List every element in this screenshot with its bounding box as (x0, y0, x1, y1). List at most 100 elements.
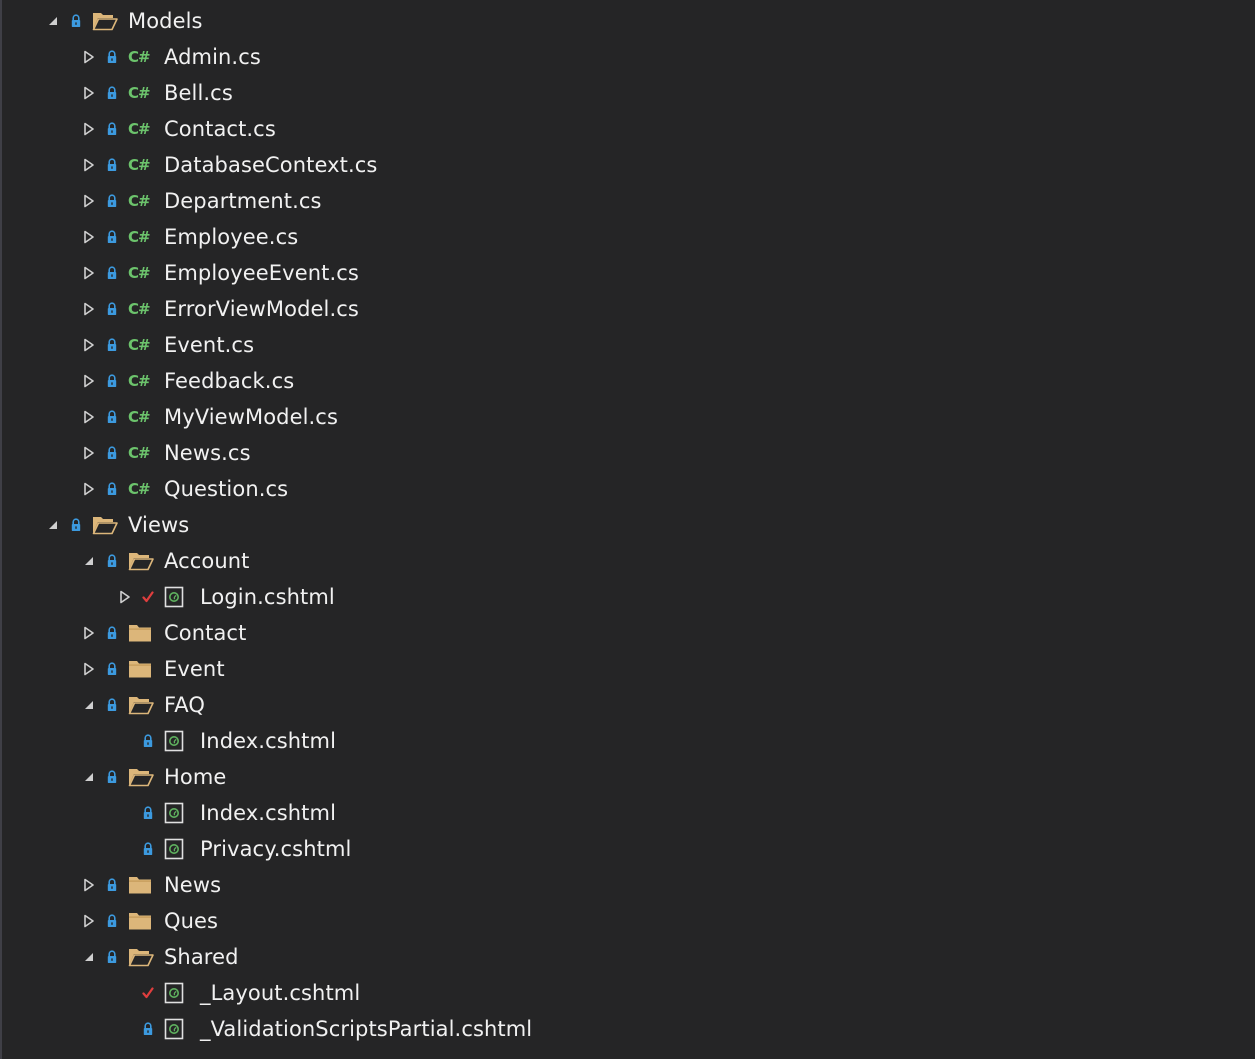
file-node-department-cs[interactable]: C# Department.cs (2, 183, 1255, 219)
file-node-databasecontext-cs[interactable]: C# DatabaseContext.cs (2, 147, 1255, 183)
folder-graphic (128, 697, 154, 715)
file-node-bell-cs[interactable]: C# Bell.cs (2, 75, 1255, 111)
node-label: MyViewModel.cs (164, 405, 338, 429)
collapsed-chevron[interactable] (82, 875, 96, 895)
lock-icon (143, 806, 153, 819)
csharp-glyph: C# (128, 480, 151, 498)
csharp-file-icon: C# (128, 298, 154, 320)
folder-graphic (92, 517, 118, 535)
file-node-validationscriptspartial-cshtml[interactable]: _ValidationScriptsPartial.cshtml (2, 1011, 1255, 1047)
csharp-glyph: C# (128, 372, 151, 390)
file-node-errorviewmodel-cs[interactable]: C# ErrorViewModel.cs (2, 291, 1255, 327)
expanded-chevron[interactable] (82, 947, 96, 967)
checkmark-icon (142, 987, 154, 999)
collapsed-chevron[interactable] (82, 155, 96, 175)
file-node-contact-cs[interactable]: C# Contact.cs (2, 111, 1255, 147)
source-control-status (142, 839, 154, 859)
csharp-glyph: C# (128, 156, 151, 174)
source-control-status (106, 659, 118, 679)
collapsed-chevron[interactable] (82, 263, 96, 283)
source-control-status (106, 623, 118, 643)
collapsed-chevron[interactable] (82, 191, 96, 211)
folder-closed-icon (128, 910, 154, 932)
file-node-index-cshtml[interactable]: Index.cshtml (2, 723, 1255, 759)
collapsed-chevron[interactable] (82, 623, 96, 643)
file-node-layout-cshtml[interactable]: _Layout.cshtml (2, 975, 1255, 1011)
expanded-chevron[interactable] (82, 695, 96, 715)
folder-open-icon (92, 10, 118, 32)
file-node-login-cshtml[interactable]: Login.cshtml (2, 579, 1255, 615)
folder-node-ques[interactable]: Ques (2, 903, 1255, 939)
folder-node-event[interactable]: Event (2, 651, 1255, 687)
source-control-status (106, 119, 118, 139)
folder-node-account[interactable]: Account (2, 543, 1255, 579)
collapsed-chevron[interactable] (82, 659, 96, 679)
csharp-glyph: C# (128, 336, 151, 354)
file-node-question-cs[interactable]: C# Question.cs (2, 471, 1255, 507)
collapsed-chevron[interactable] (82, 299, 96, 319)
lock-icon (107, 266, 117, 279)
chevron-collapsed-icon (84, 626, 94, 640)
folder-node-views[interactable]: Views (2, 507, 1255, 543)
chevron-collapsed-icon (84, 338, 94, 352)
source-control-status (70, 11, 82, 31)
collapsed-chevron[interactable] (82, 227, 96, 247)
source-control-status (70, 515, 82, 535)
collapsed-chevron[interactable] (82, 407, 96, 427)
file-node-feedback-cs[interactable]: C# Feedback.cs (2, 363, 1255, 399)
file-node-index-cshtml[interactable]: Index.cshtml (2, 795, 1255, 831)
source-control-status (106, 155, 118, 175)
lock-icon (71, 518, 81, 531)
source-control-status (142, 803, 154, 823)
lock-icon (107, 410, 117, 423)
source-control-status (106, 299, 118, 319)
file-node-employee-cs[interactable]: C# Employee.cs (2, 219, 1255, 255)
file-node-myviewmodel-cs[interactable]: C# MyViewModel.cs (2, 399, 1255, 435)
collapsed-chevron[interactable] (82, 443, 96, 463)
csharp-glyph: C# (128, 264, 151, 282)
csharp-glyph: C# (128, 300, 151, 318)
collapsed-chevron[interactable] (82, 479, 96, 499)
collapsed-chevron[interactable] (118, 587, 132, 607)
collapsed-chevron[interactable] (82, 47, 96, 67)
file-node-admin-cs[interactable]: C# Admin.cs (2, 39, 1255, 75)
collapsed-chevron[interactable] (82, 119, 96, 139)
lock-icon (107, 698, 117, 711)
source-control-status (106, 371, 118, 391)
pending-edit-status (142, 587, 154, 607)
collapsed-chevron[interactable] (82, 911, 96, 931)
node-label: Contact.cs (164, 117, 276, 141)
expanded-chevron[interactable] (82, 767, 96, 787)
lock-icon (107, 554, 117, 567)
razor-file-graphic (164, 586, 184, 608)
file-node-employeeevent-cs[interactable]: C# EmployeeEvent.cs (2, 255, 1255, 291)
node-label: DatabaseContext.cs (164, 153, 378, 177)
razor-file-graphic (164, 838, 184, 860)
folder-graphic (129, 877, 151, 894)
folder-node-shared[interactable]: Shared (2, 939, 1255, 975)
file-node-news-cs[interactable]: C# News.cs (2, 435, 1255, 471)
collapsed-chevron[interactable] (82, 335, 96, 355)
collapsed-chevron[interactable] (82, 371, 96, 391)
collapsed-chevron[interactable] (82, 83, 96, 103)
expanded-chevron[interactable] (46, 11, 60, 31)
file-node-privacy-cshtml[interactable]: Privacy.cshtml (2, 831, 1255, 867)
razor-file-graphic (164, 1018, 184, 1040)
chevron-expanded-icon (85, 773, 93, 781)
node-label: Employee.cs (164, 225, 299, 249)
chevron-collapsed-icon (84, 266, 94, 280)
expanded-chevron[interactable] (82, 551, 96, 571)
folder-graphic (128, 949, 154, 967)
folder-node-news[interactable]: News (2, 867, 1255, 903)
folder-node-home[interactable]: Home (2, 759, 1255, 795)
lock-icon (107, 950, 117, 963)
folder-open-icon (128, 766, 154, 788)
file-node-event-cs[interactable]: C# Event.cs (2, 327, 1255, 363)
folder-node-faq[interactable]: FAQ (2, 687, 1255, 723)
expanded-chevron[interactable] (46, 515, 60, 535)
lock-icon (107, 338, 117, 351)
folder-node-contact[interactable]: Contact (2, 615, 1255, 651)
folder-node-models[interactable]: Models (2, 3, 1255, 39)
